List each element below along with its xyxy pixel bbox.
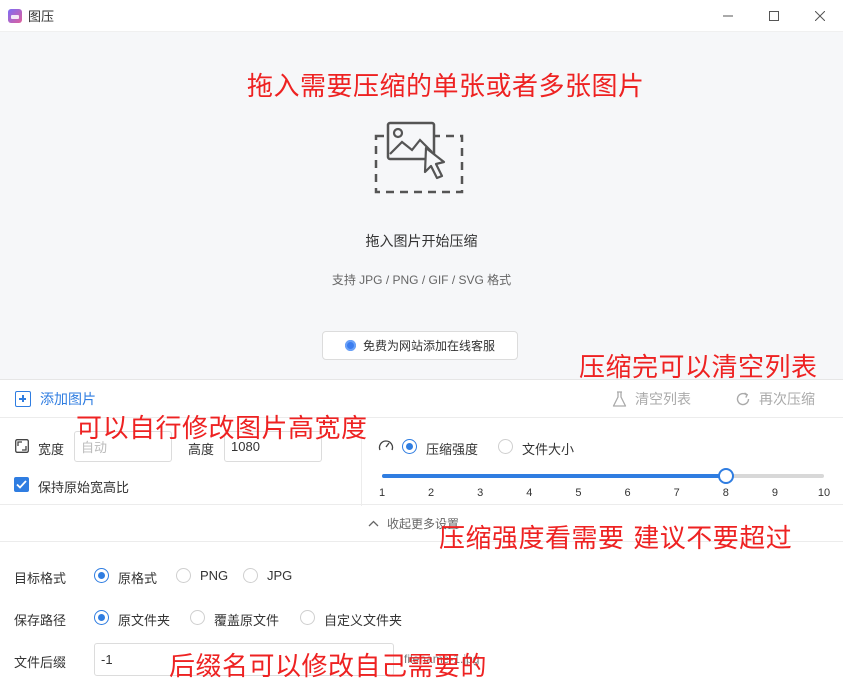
slider-fill bbox=[382, 474, 726, 478]
slider-tick-label: 4 bbox=[526, 487, 533, 499]
output-settings: 目标格式 原格式 PNG JPG 保存路径 原文件夹 覆盖原文件 自定义文件夹 … bbox=[0, 542, 843, 691]
recompress-button[interactable]: 再次压缩 bbox=[735, 389, 815, 409]
save-option-overwrite: 覆盖原文件 bbox=[214, 613, 280, 628]
slider-tick-label: 8 bbox=[722, 487, 729, 499]
gauge-icon bbox=[378, 440, 394, 451]
check-icon bbox=[16, 480, 27, 489]
keep-ratio-checkbox[interactable] bbox=[14, 477, 29, 492]
format-radio-png[interactable] bbox=[176, 568, 191, 583]
annotation-suffix: 后缀名可以修改自己需要的 bbox=[169, 652, 488, 682]
annotation-drop: 拖入需要压缩的单张或者多张图片 bbox=[247, 72, 645, 102]
save-option-original-folder: 原文件夹 bbox=[118, 613, 171, 628]
format-option-original: 原格式 bbox=[118, 571, 158, 586]
width-label: 宽度 bbox=[38, 442, 65, 457]
add-image-label: 添加图片 bbox=[40, 391, 96, 407]
window-controls bbox=[705, 0, 843, 32]
suffix-label: 文件后缀 bbox=[14, 655, 67, 670]
strength-slider[interactable] bbox=[382, 468, 824, 484]
annotation-size: 可以自行修改图片高宽度 bbox=[76, 414, 368, 444]
save-radio-original-folder[interactable] bbox=[94, 610, 109, 625]
drop-image-icon bbox=[374, 121, 464, 194]
slider-thumb[interactable] bbox=[717, 468, 734, 484]
slider-tick-label: 10 bbox=[817, 487, 831, 499]
settings-panel: 宽度 自动 高度 1080 保持原始宽高比 可以自行修改图片高宽度 压缩强度 文… bbox=[0, 414, 843, 506]
slider-tick-label: 6 bbox=[624, 487, 631, 499]
mode-strength-label: 压缩强度 bbox=[426, 442, 479, 457]
drop-subtitle: 支持 JPG / PNG / GIF / SVG 格式 bbox=[331, 273, 512, 287]
chat-bubble-icon bbox=[344, 340, 356, 351]
promo-button[interactable]: 免费为网站添加在线客服 bbox=[322, 331, 518, 360]
save-radio-custom-folder[interactable] bbox=[300, 610, 315, 625]
close-icon bbox=[815, 11, 825, 21]
format-label: 目标格式 bbox=[14, 571, 67, 586]
save-path-label: 保存路径 bbox=[14, 613, 67, 628]
clear-list-label: 清空列表 bbox=[635, 391, 691, 407]
title-bar: 图压 bbox=[0, 0, 843, 32]
format-option-jpg: JPG bbox=[267, 568, 293, 583]
clear-list-button[interactable]: 清空列表 bbox=[612, 389, 691, 409]
slider-tick-label: 1 bbox=[378, 487, 386, 499]
save-option-custom-folder: 自定义文件夹 bbox=[324, 613, 403, 628]
minimize-button[interactable] bbox=[705, 0, 751, 32]
annotation-clear: 压缩完可以清空列表 bbox=[579, 353, 818, 383]
minimize-icon bbox=[723, 15, 733, 17]
maximize-button[interactable] bbox=[751, 0, 797, 32]
recompress-label: 再次压缩 bbox=[759, 391, 815, 407]
maximize-icon bbox=[769, 11, 779, 21]
window-title: 图压 bbox=[28, 9, 55, 24]
add-icon bbox=[15, 391, 31, 407]
flask-icon bbox=[612, 390, 627, 407]
mode-filesize-label: 文件大小 bbox=[522, 442, 575, 457]
format-option-png: PNG bbox=[200, 568, 229, 583]
slider-tick-label: 9 bbox=[771, 487, 778, 499]
resize-icon bbox=[15, 439, 29, 453]
slider-tick-label: 5 bbox=[575, 487, 582, 499]
add-image-button[interactable]: 添加图片 bbox=[15, 389, 96, 409]
chevron-up-icon bbox=[368, 520, 379, 527]
mode-filesize-radio[interactable] bbox=[498, 439, 513, 454]
close-button[interactable] bbox=[797, 0, 843, 32]
format-radio-original[interactable] bbox=[94, 568, 109, 583]
save-radio-overwrite[interactable] bbox=[190, 610, 205, 625]
app-logo-icon bbox=[8, 8, 22, 23]
mode-strength-radio[interactable] bbox=[402, 439, 417, 454]
refresh-icon bbox=[736, 392, 750, 406]
keep-ratio-label: 保持原始宽高比 bbox=[38, 480, 130, 495]
slider-tick-label: 2 bbox=[428, 487, 435, 499]
format-radio-jpg[interactable] bbox=[243, 568, 258, 583]
slider-tick-label: 3 bbox=[477, 487, 484, 499]
slider-tick-label: 7 bbox=[673, 487, 680, 499]
collapse-row: 收起更多设置 压缩强度看需要 建议不要超过 bbox=[0, 506, 843, 554]
drop-title: 拖入图片开始压缩 bbox=[365, 233, 478, 249]
drop-zone[interactable]: 拖入需要压缩的单张或者多张图片 拖入图片开始压缩 支持 JPG / PNG / … bbox=[0, 32, 843, 383]
promo-label: 免费为网站添加在线客服 bbox=[362, 339, 495, 353]
